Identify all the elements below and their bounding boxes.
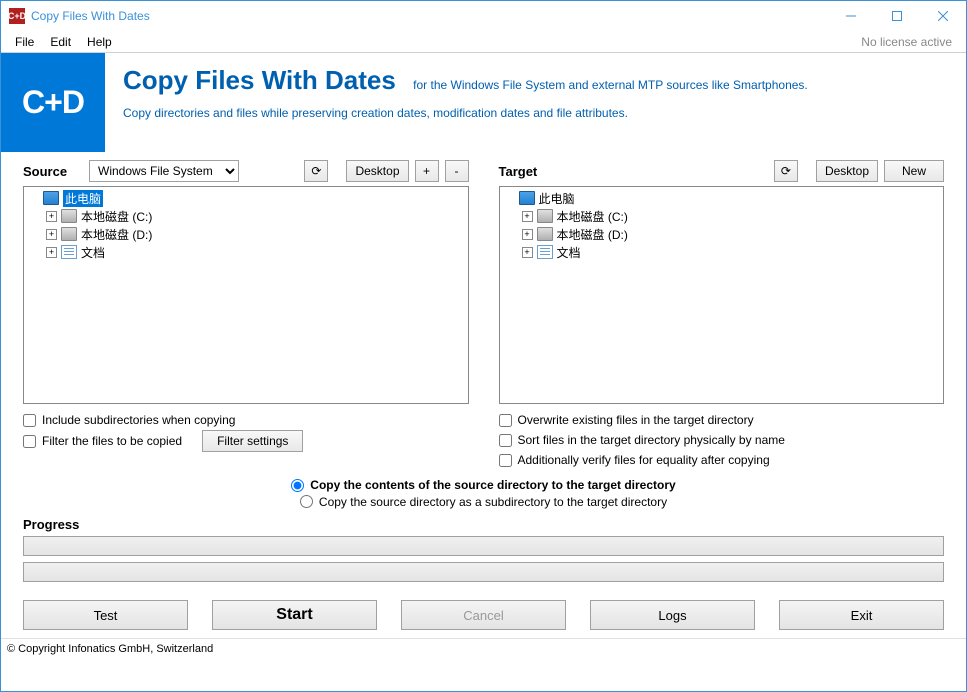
checkbox-label: Filter the files to be copied bbox=[42, 434, 182, 448]
checkbox-label: Overwrite existing files in the target d… bbox=[518, 413, 754, 427]
minimize-button[interactable] bbox=[828, 1, 874, 31]
expand-icon[interactable]: + bbox=[522, 211, 533, 222]
sort-checkbox[interactable]: Sort files in the target directory physi… bbox=[499, 430, 945, 450]
expand-icon[interactable]: + bbox=[522, 229, 533, 240]
drive-icon bbox=[61, 227, 77, 241]
expand-icon[interactable]: + bbox=[46, 211, 57, 222]
header-text: Copy Files With Dates for the Windows Fi… bbox=[105, 53, 966, 120]
checkbox-label: Additionally verify files for equality a… bbox=[518, 453, 770, 467]
tree-label: 本地磁盘 (C:) bbox=[557, 208, 628, 225]
radio-copy-contents[interactable]: Copy the contents of the source director… bbox=[291, 478, 675, 492]
menu-file[interactable]: File bbox=[7, 33, 42, 51]
drive-icon bbox=[61, 209, 77, 223]
progress-section: Progress bbox=[1, 511, 966, 582]
tree-label: 文档 bbox=[81, 244, 105, 261]
copy-mode-radios: Copy the contents of the source director… bbox=[1, 478, 966, 511]
app-icon: C+D bbox=[9, 8, 25, 24]
verify-checkbox[interactable]: Additionally verify files for equality a… bbox=[499, 450, 945, 470]
checkbox-label: Include subdirectories when copying bbox=[42, 413, 235, 427]
tree-root[interactable]: 此电脑 bbox=[502, 189, 942, 207]
checkbox-label: Sort files in the target directory physi… bbox=[518, 433, 785, 447]
target-label: Target bbox=[499, 164, 559, 179]
test-button[interactable]: Test bbox=[23, 600, 188, 630]
header: C+D Copy Files With Dates for the Window… bbox=[1, 53, 966, 152]
document-icon bbox=[61, 245, 77, 259]
target-refresh-button[interactable]: ⟳ bbox=[774, 160, 798, 182]
close-button[interactable] bbox=[920, 1, 966, 31]
radio-copy-subdir[interactable]: Copy the source directory as a subdirect… bbox=[300, 495, 667, 509]
tree-item-drive-d[interactable]: + 本地磁盘 (D:) bbox=[26, 225, 466, 243]
filter-settings-button[interactable]: Filter settings bbox=[202, 430, 303, 452]
tree-item-docs[interactable]: + 文档 bbox=[26, 243, 466, 261]
filter-files-checkbox[interactable]: Filter the files to be copied bbox=[23, 431, 182, 451]
logo: C+D bbox=[1, 53, 105, 152]
source-plus-button[interactable]: + bbox=[415, 160, 439, 182]
tree-item-docs[interactable]: + 文档 bbox=[502, 243, 942, 261]
tree-label: 本地磁盘 (D:) bbox=[81, 226, 152, 243]
progress-bar-2 bbox=[23, 562, 944, 582]
tree-item-drive-c[interactable]: + 本地磁盘 (C:) bbox=[26, 207, 466, 225]
maximize-button[interactable] bbox=[874, 1, 920, 31]
logs-button[interactable]: Logs bbox=[590, 600, 755, 630]
tree-root-label: 此电脑 bbox=[539, 190, 575, 207]
tree-root-label: 此电脑 bbox=[63, 190, 103, 207]
tree-label: 本地磁盘 (D:) bbox=[557, 226, 628, 243]
drive-icon bbox=[537, 209, 553, 223]
menu-bar: File Edit Help No license active bbox=[1, 31, 966, 53]
window-title: Copy Files With Dates bbox=[31, 9, 828, 23]
source-minus-button[interactable]: - bbox=[445, 160, 469, 182]
exit-button[interactable]: Exit bbox=[779, 600, 944, 630]
expand-icon[interactable]: + bbox=[522, 247, 533, 258]
target-new-button[interactable]: New bbox=[884, 160, 944, 182]
tree-label: 本地磁盘 (C:) bbox=[81, 208, 152, 225]
cancel-button: Cancel bbox=[401, 600, 566, 630]
menu-edit[interactable]: Edit bbox=[42, 33, 79, 51]
include-subdirs-checkbox[interactable]: Include subdirectories when copying bbox=[23, 410, 469, 430]
computer-icon bbox=[519, 191, 535, 205]
source-panel: Source Windows File System ⟳ Desktop + -… bbox=[23, 160, 469, 470]
tree-item-drive-d[interactable]: + 本地磁盘 (D:) bbox=[502, 225, 942, 243]
action-buttons: Test Start Cancel Logs Exit bbox=[1, 588, 966, 636]
computer-icon bbox=[43, 191, 59, 205]
overwrite-checkbox[interactable]: Overwrite existing files in the target d… bbox=[499, 410, 945, 430]
tree-root[interactable]: 此电脑 bbox=[26, 189, 466, 207]
expand-icon[interactable]: + bbox=[46, 229, 57, 240]
app-description: Copy directories and files while preserv… bbox=[123, 106, 966, 120]
license-status: No license active bbox=[861, 35, 960, 49]
progress-label: Progress bbox=[23, 517, 944, 532]
document-icon bbox=[537, 245, 553, 259]
app-subtitle: for the Windows File System and external… bbox=[413, 78, 808, 92]
target-tree[interactable]: 此电脑 + 本地磁盘 (C:) + 本地磁盘 (D:) + 文档 bbox=[499, 186, 945, 404]
radio-label: Copy the contents of the source director… bbox=[310, 478, 675, 492]
tree-label: 文档 bbox=[557, 244, 581, 261]
target-panel: Target ⟳ Desktop New 此电脑 + 本地磁盘 (C:) + 本地磁… bbox=[499, 160, 945, 470]
progress-bar-1 bbox=[23, 536, 944, 556]
expand-icon[interactable]: + bbox=[46, 247, 57, 258]
target-desktop-button[interactable]: Desktop bbox=[816, 160, 878, 182]
menu-help[interactable]: Help bbox=[79, 33, 120, 51]
source-tree[interactable]: 此电脑 + 本地磁盘 (C:) + 本地磁盘 (D:) + 文档 bbox=[23, 186, 469, 404]
source-refresh-button[interactable]: ⟳ bbox=[304, 160, 328, 182]
app-title: Copy Files With Dates bbox=[123, 65, 396, 96]
source-desktop-button[interactable]: Desktop bbox=[346, 160, 408, 182]
title-bar: C+D Copy Files With Dates bbox=[1, 1, 966, 31]
start-button[interactable]: Start bbox=[212, 600, 377, 630]
source-label: Source bbox=[23, 164, 83, 179]
tree-item-drive-c[interactable]: + 本地磁盘 (C:) bbox=[502, 207, 942, 225]
drive-icon bbox=[537, 227, 553, 241]
copyright: © Copyright Infonatics GmbH, Switzerland bbox=[1, 638, 966, 657]
filesystem-select[interactable]: Windows File System bbox=[89, 160, 239, 182]
radio-label: Copy the source directory as a subdirect… bbox=[319, 495, 667, 509]
